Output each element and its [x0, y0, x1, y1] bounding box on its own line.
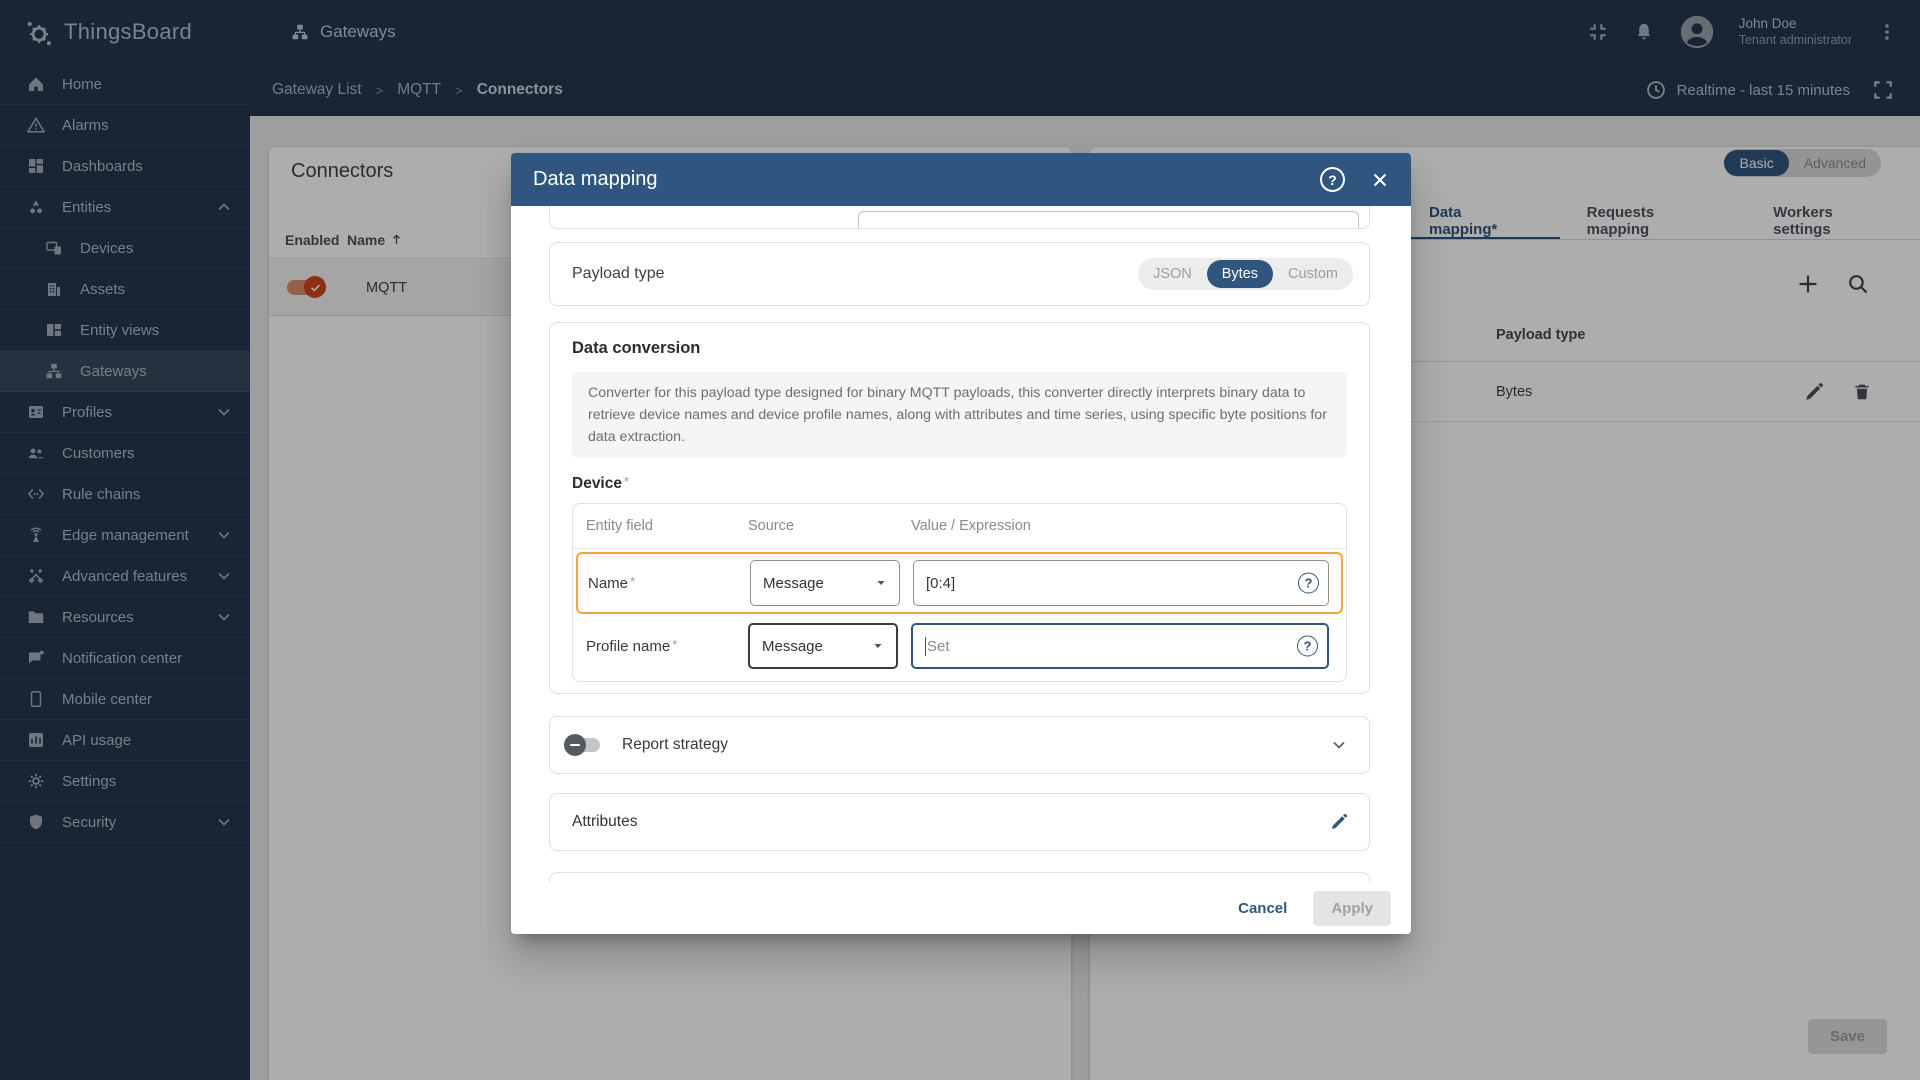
- screen: ThingsBoard Gateways John: [0, 0, 1920, 1080]
- profile-source-select[interactable]: Message: [748, 623, 898, 669]
- device-table: Entity field Source Value / Expression N…: [572, 503, 1347, 682]
- name-expression-value: [0:4]: [926, 575, 955, 592]
- data-mapping-dialog: Data mapping ? Payload type JSON Bytes C…: [511, 153, 1411, 934]
- payload-option-bytes[interactable]: Bytes: [1207, 260, 1273, 288]
- column-value-expression: Value / Expression: [911, 518, 1346, 534]
- name-source-value: Message: [763, 575, 824, 592]
- dialog-footer: Cancel Apply: [511, 882, 1411, 934]
- expression-help-icon[interactable]: ?: [1298, 573, 1319, 594]
- device-heading: Device*: [572, 474, 1347, 493]
- profile-source-value: Message: [762, 638, 823, 655]
- apply-button[interactable]: Apply: [1313, 891, 1391, 926]
- profile-expression-input[interactable]: Set ?: [911, 623, 1329, 669]
- field-profile-name-label: Profile name*: [586, 637, 748, 655]
- name-source-select[interactable]: Message: [750, 560, 900, 606]
- next-card-partial: [549, 872, 1370, 882]
- attributes-card: Attributes: [549, 793, 1370, 851]
- report-strategy-toggle[interactable]: [566, 738, 600, 752]
- column-entity-field: Entity field: [586, 518, 748, 534]
- payload-type-card: Payload type JSON Bytes Custom: [549, 242, 1370, 306]
- dropdown-caret-icon: [870, 638, 886, 654]
- report-strategy-card[interactable]: Report strategy: [549, 716, 1370, 774]
- device-row-name: Name* Message [0:4] ?: [576, 552, 1343, 614]
- field-name-label: Name*: [588, 574, 750, 592]
- converter-description: Converter for this payload type designed…: [572, 372, 1347, 458]
- data-conversion-card: Data conversion Converter for this paylo…: [549, 322, 1370, 694]
- scrolled-card-partial: [549, 206, 1370, 229]
- dropdown-caret-icon: [873, 575, 889, 591]
- chevron-down-icon: [1329, 735, 1349, 755]
- profile-expression-value: Set: [927, 638, 950, 655]
- dialog-title: Data mapping: [533, 168, 658, 191]
- payload-type-segmented: JSON Bytes Custom: [1138, 258, 1353, 290]
- device-table-header: Entity field Source Value / Expression: [573, 504, 1346, 549]
- partial-input-outline: [858, 211, 1359, 229]
- help-icon[interactable]: ?: [1320, 167, 1345, 192]
- data-conversion-heading: Data conversion: [572, 339, 1347, 358]
- payload-option-custom[interactable]: Custom: [1273, 260, 1353, 288]
- payload-option-json[interactable]: JSON: [1138, 260, 1207, 288]
- attributes-label: Attributes: [572, 813, 637, 831]
- required-mark: *: [624, 474, 629, 489]
- payload-type-label: Payload type: [572, 265, 665, 283]
- cancel-button[interactable]: Cancel: [1222, 892, 1303, 925]
- minus-icon: [570, 744, 580, 746]
- edit-attributes-pencil-icon[interactable]: [1329, 812, 1349, 832]
- dialog-header: Data mapping ?: [511, 153, 1411, 206]
- device-row-profile-name: Profile name* Message Set ?: [578, 617, 1341, 675]
- close-icon[interactable]: [1369, 169, 1391, 191]
- report-strategy-label: Report strategy: [622, 736, 728, 754]
- column-source: Source: [748, 518, 911, 534]
- text-cursor: [925, 637, 926, 656]
- expression-help-icon[interactable]: ?: [1297, 636, 1318, 657]
- name-expression-input[interactable]: [0:4] ?: [913, 560, 1329, 606]
